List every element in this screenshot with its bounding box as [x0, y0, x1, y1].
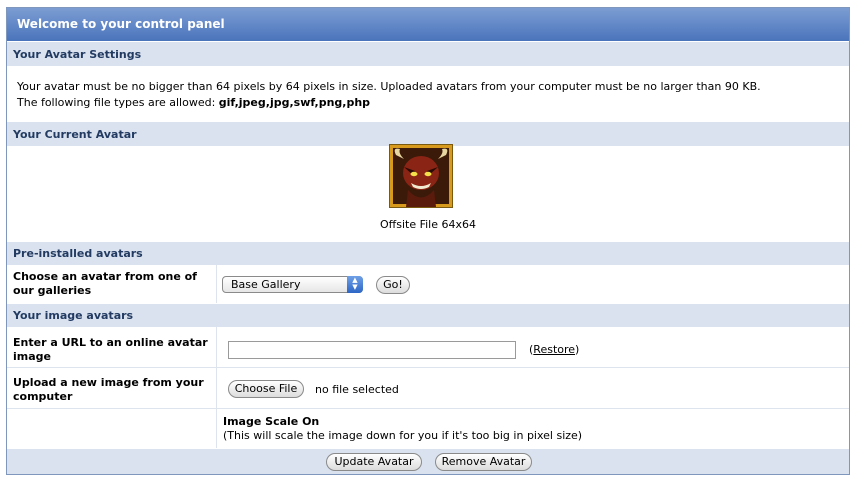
url-label: Enter a URL to an online avatar image	[7, 327, 217, 367]
control-panel: Welcome to your control panel Your Avata…	[6, 7, 850, 475]
update-avatar-button[interactable]: Update Avatar	[326, 453, 422, 471]
scale-label-cell	[7, 409, 217, 448]
avatar-settings-info: Your avatar must be no bigger than 64 pi…	[7, 66, 849, 121]
section-preinstalled: Pre-installed avatars	[7, 241, 849, 265]
go-button[interactable]: Go!	[376, 276, 410, 294]
gallery-selected-value: Base Gallery	[231, 278, 301, 291]
remove-avatar-button[interactable]: Remove Avatar	[435, 453, 532, 471]
size-limit-text: Your avatar must be no bigger than 64 pi…	[17, 80, 761, 93]
select-arrows-icon: ▲ ▼	[347, 276, 363, 293]
upload-label-line2: computer	[13, 390, 73, 403]
upload-controls: Choose File no file selected	[218, 368, 849, 408]
current-avatar-image	[389, 144, 453, 208]
section-image-avatars: Your image avatars	[7, 303, 849, 327]
restore-paren-close: )	[575, 343, 580, 356]
url-label-line1: Enter a URL to an online avatar	[13, 336, 208, 349]
scale-info: Image Scale On (This will scale the imag…	[218, 409, 849, 448]
section-avatar-settings: Your Avatar Settings	[7, 41, 849, 66]
gallery-label: Choose an avatar from one of our galleri…	[7, 265, 217, 303]
gallery-label-line1: Choose an avatar from one of	[13, 270, 197, 283]
upload-status: no file selected	[315, 383, 399, 396]
choose-file-button[interactable]: Choose File	[228, 380, 304, 398]
file-types-prefix: The following file types are allowed:	[17, 96, 219, 109]
url-row: Enter a URL to an online avatar image (R…	[7, 327, 849, 367]
avatar-caption: Offsite File 64x64	[379, 218, 476, 231]
url-controls: (Restore)	[218, 327, 849, 367]
scale-note: (This will scale the image down for you …	[223, 429, 583, 442]
gallery-select[interactable]: Base Gallery ▲ ▼	[222, 276, 363, 293]
restore-link[interactable]: (Restore)	[529, 343, 579, 356]
scale-row: Image Scale On (This will scale the imag…	[7, 409, 849, 448]
gallery-row: Choose an avatar from one of our galleri…	[7, 265, 849, 303]
upload-row: Upload a new image from your computer Ch…	[7, 368, 849, 408]
file-types-text: The following file types are allowed: gi…	[17, 96, 370, 109]
avatar-url-input[interactable]	[228, 341, 516, 359]
panel-title: Welcome to your control panel	[7, 8, 849, 41]
upload-label-line1: Upload a new image from your	[13, 376, 204, 389]
footer-bar: Update Avatar Remove Avatar	[7, 448, 849, 474]
gallery-label-line2: our galleries	[13, 284, 92, 297]
gallery-controls: Base Gallery ▲ ▼ Go!	[218, 265, 849, 303]
scale-title: Image Scale On	[223, 415, 320, 428]
url-label-line2: image	[13, 350, 51, 363]
devil-avatar-icon	[390, 145, 452, 207]
file-types-list: gif,jpeg,jpg,swf,png,php	[218, 96, 371, 109]
section-current-avatar: Your Current Avatar	[7, 121, 849, 146]
upload-label: Upload a new image from your computer	[7, 368, 217, 408]
restore-link-text[interactable]: Restore	[533, 343, 575, 356]
